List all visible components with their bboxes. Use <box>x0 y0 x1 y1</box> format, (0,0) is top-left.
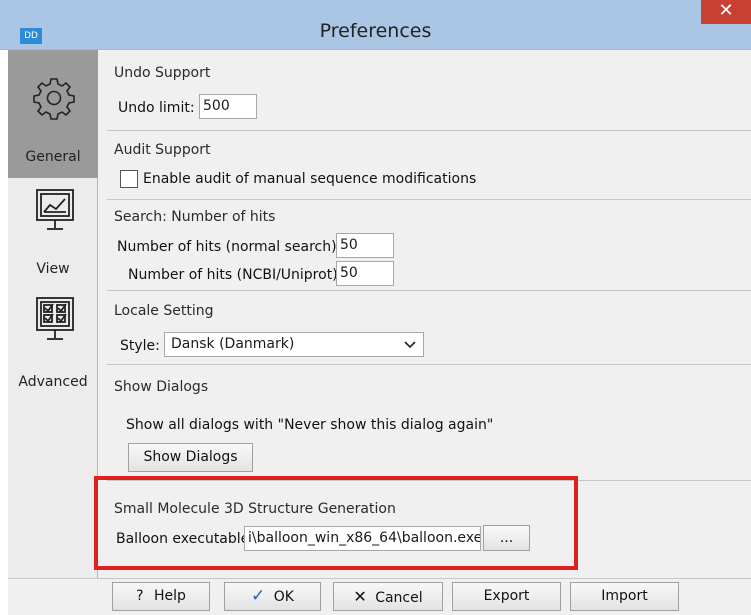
undo-support-section: Undo Support Undo limit: 500 <box>107 50 751 130</box>
monitor-checklist-icon <box>36 297 74 340</box>
cancel-label: Cancel <box>375 590 423 606</box>
search-hits-section: Search: Number of hits Number of hits (n… <box>107 199 751 290</box>
ncbi-hits-input[interactable]: 50 <box>336 261 394 286</box>
sidebar-item-general[interactable]: General <box>8 50 98 178</box>
locale-setting-section: Locale Setting Style: Dansk (Danmark) <box>107 290 751 364</box>
normal-search-hits-input[interactable]: 50 <box>336 233 394 258</box>
show-dialogs-button[interactable]: Show Dialogs <box>128 443 253 472</box>
import-button[interactable]: Import <box>570 582 679 611</box>
highlight-box <box>94 476 578 570</box>
close-icon: ✕ <box>353 587 367 606</box>
help-icon: ? <box>136 588 144 604</box>
undo-limit-input[interactable]: 500 <box>199 94 257 119</box>
cancel-button[interactable]: ✕ Cancel <box>333 582 443 611</box>
enable-audit-checkbox[interactable] <box>120 170 138 188</box>
dialog-footer: ? Help ✓ OK ✕ Cancel Export Import <box>8 578 751 615</box>
ok-button[interactable]: ✓ OK <box>224 582 321 611</box>
sidebar-item-view[interactable]: View <box>8 178 98 286</box>
help-button[interactable]: ? Help <box>112 582 210 611</box>
window-title: Preferences <box>319 20 432 42</box>
close-button[interactable]: ✕ <box>701 0 751 24</box>
normal-search-hits-label: Number of hits (normal search): <box>117 239 342 255</box>
help-label: Help <box>153 588 186 604</box>
section-title: Search: Number of hits <box>114 209 276 225</box>
gear-icon <box>33 78 75 120</box>
audit-support-section: Audit Support Enable audit of manual seq… <box>107 130 751 199</box>
monitor-chart-icon <box>36 189 74 230</box>
chevron-down-icon <box>404 341 416 349</box>
sidebar-item-advanced[interactable]: Advanced <box>8 286 98 396</box>
show-dialogs-description: Show all dialogs with "Never show this d… <box>126 417 494 433</box>
enable-audit-label: Enable audit of manual sequence modifica… <box>143 171 477 187</box>
locale-style-label: Style: <box>120 338 160 354</box>
undo-limit-label: Undo limit: <box>118 100 195 116</box>
section-title: Undo Support <box>114 65 211 81</box>
sidebar: General View Advanced <box>8 50 98 578</box>
section-title: Audit Support <box>114 142 211 158</box>
section-title: Show Dialogs <box>114 379 209 395</box>
section-title: Locale Setting <box>114 303 214 319</box>
title-bar: DD Preferences ✕ <box>0 0 751 50</box>
sidebar-item-label: View <box>36 261 70 277</box>
checkmark-icon: ✓ <box>251 586 266 606</box>
ncbi-hits-label: Number of hits (NCBI/Uniprot): <box>128 267 343 283</box>
sidebar-item-label: Advanced <box>18 374 88 390</box>
export-button[interactable]: Export <box>452 582 561 611</box>
locale-style-select[interactable]: Dansk (Danmark) <box>164 332 424 357</box>
ok-label: OK <box>273 589 294 605</box>
show-dialogs-section: Show Dialogs Show all dialogs with "Neve… <box>107 364 751 480</box>
sidebar-item-label: General <box>25 149 81 165</box>
locale-style-value: Dansk (Danmark) <box>171 336 295 352</box>
